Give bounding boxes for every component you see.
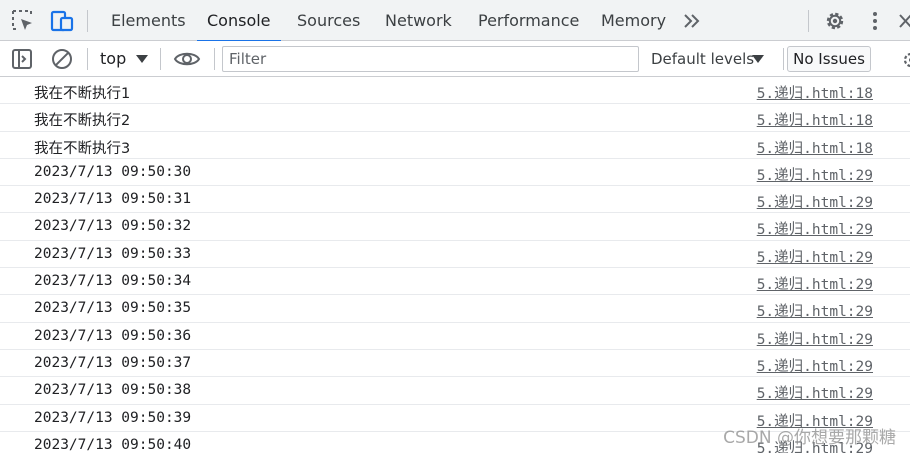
console-message: 2023/7/13 09:50:32 5.递归.html:29: [0, 213, 910, 241]
tab-performance[interactable]: Performance: [478, 0, 579, 41]
source-link[interactable]: 5.递归.html:29: [757, 382, 873, 403]
eye-icon[interactable]: [173, 49, 201, 69]
gear-icon[interactable]: [822, 8, 848, 34]
toolbar-divider: [160, 48, 161, 70]
toolbar-divider: [214, 48, 215, 70]
tab-bar-divider: [808, 10, 809, 32]
console-toolbar: top Default levels No Issues: [0, 41, 910, 77]
log-levels-dropdown[interactable]: Default levels: [651, 41, 754, 77]
sidebar-toggle-icon[interactable]: [11, 48, 33, 70]
source-link[interactable]: 5.递归.html:29: [757, 328, 873, 349]
filter-input[interactable]: [222, 46, 639, 72]
tab-console[interactable]: Console: [197, 0, 280, 42]
message-text: 2023/7/13 09:50:38: [34, 382, 192, 399]
message-text: 2023/7/13 09:50:37: [34, 354, 192, 371]
source-link[interactable]: 5.递归.html:18: [757, 82, 873, 103]
source-link[interactable]: 5.递归.html:18: [757, 137, 873, 158]
console-message: 2023/7/13 09:50:30 5.递归.html:29: [0, 159, 910, 187]
source-link[interactable]: 5.递归.html:29: [757, 300, 873, 321]
console-message: 2023/7/13 09:50:35 5.递归.html:29: [0, 295, 910, 323]
console-message: 我在不断执行2 5.递归.html:18: [0, 104, 910, 132]
message-text: 2023/7/13 09:50:31: [34, 191, 192, 208]
console-message: 2023/7/13 09:50:38 5.递归.html:29: [0, 377, 910, 405]
tab-network[interactable]: Network: [385, 0, 452, 41]
issues-button[interactable]: No Issues: [787, 46, 871, 72]
device-toolbar-icon[interactable]: [49, 8, 75, 34]
console-message: 2023/7/13 09:50:33 5.递归.html:29: [0, 241, 910, 269]
message-text: 2023/7/13 09:50:32: [34, 218, 192, 235]
kebab-menu-icon[interactable]: [862, 8, 888, 34]
tab-sources[interactable]: Sources: [297, 0, 360, 41]
clear-console-icon[interactable]: [50, 47, 74, 71]
console-message: 2023/7/13 09:50:31 5.递归.html:29: [0, 186, 910, 214]
source-link[interactable]: 5.递归.html:29: [757, 164, 873, 185]
message-text: 2023/7/13 09:50:40: [34, 436, 192, 453]
gear-icon[interactable]: [900, 49, 910, 71]
message-text: 2023/7/13 09:50:36: [34, 327, 192, 344]
caret-down-icon[interactable]: [752, 54, 764, 64]
tab-elements[interactable]: Elements: [111, 0, 186, 41]
source-link[interactable]: 5.递归.html:29: [757, 218, 873, 239]
more-tabs-icon[interactable]: [682, 10, 702, 32]
message-text: 我在不断执行2: [34, 113, 131, 130]
message-text: 2023/7/13 09:50:39: [34, 409, 192, 426]
console-message: 我在不断执行1 5.递归.html:18: [0, 77, 910, 105]
console-message: 2023/7/13 09:50:34 5.递归.html:29: [0, 268, 910, 296]
console-message: 我在不断执行3 5.递归.html:18: [0, 132, 910, 159]
source-link[interactable]: 5.递归.html:29: [757, 355, 873, 376]
console-message: 2023/7/13 09:50:37 5.递归.html:29: [0, 350, 910, 378]
watermark: CSDN @你想要那颗糖: [723, 428, 896, 448]
source-link[interactable]: 5.递归.html:18: [757, 109, 873, 130]
message-text: 我在不断执行3: [34, 140, 131, 157]
message-text: 2023/7/13 09:50:35: [34, 300, 192, 317]
source-link[interactable]: 5.递归.html:29: [757, 246, 873, 267]
console-messages: 我在不断执行1 5.递归.html:18 我在不断执行2 5.递归.html:1…: [0, 77, 910, 453]
caret-down-icon[interactable]: [136, 54, 148, 64]
toolbar-divider: [87, 48, 88, 70]
devtools-tab-bar: Elements Console Sources Network Perform…: [0, 0, 910, 42]
console-message: 2023/7/13 09:50:36 5.递归.html:29: [0, 323, 910, 350]
context-selector[interactable]: top: [100, 41, 126, 77]
tab-memory[interactable]: Memory: [601, 0, 666, 41]
source-link[interactable]: 5.递归.html:29: [757, 273, 873, 294]
message-text: 2023/7/13 09:50:33: [34, 245, 192, 262]
message-text: 2023/7/13 09:50:34: [34, 273, 192, 290]
close-icon[interactable]: [892, 8, 910, 34]
toolbar-divider: [783, 48, 784, 70]
inspect-element-icon[interactable]: [10, 8, 36, 34]
message-text: 我在不断执行1: [34, 86, 131, 102]
tab-bar-divider: [87, 10, 88, 32]
source-link[interactable]: 5.递归.html:29: [757, 191, 873, 212]
message-text: 2023/7/13 09:50:30: [34, 163, 192, 180]
